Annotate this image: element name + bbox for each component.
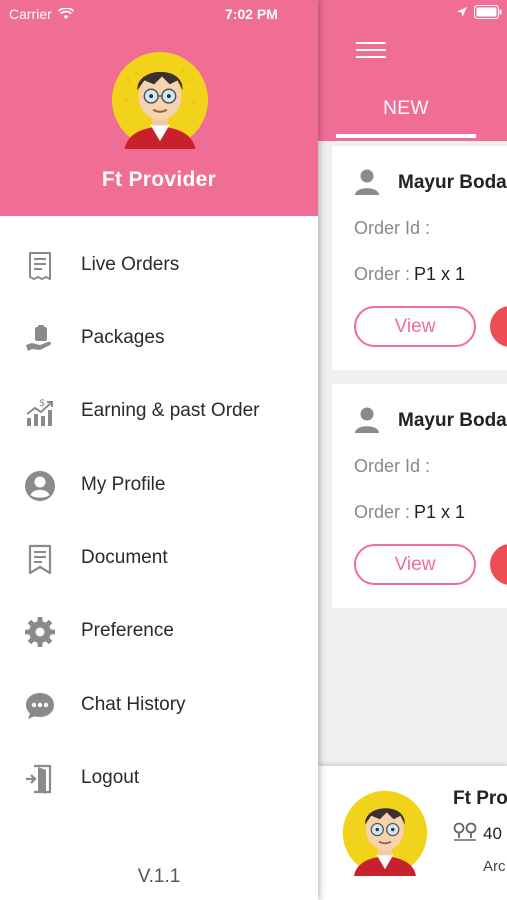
app-header: NEW [318, 0, 507, 141]
menu-item-label: Earning & past Order [81, 400, 260, 421]
hamburger-menu-icon[interactable] [356, 42, 388, 64]
view-button[interactable]: View [354, 306, 476, 347]
user-icon [355, 407, 379, 433]
order-label: Order : [354, 264, 411, 284]
gear-icon [25, 617, 55, 647]
tab-new[interactable]: NEW [336, 98, 476, 120]
tab-active-indicator [336, 134, 476, 138]
menu-item-logout[interactable]: Logout [0, 749, 318, 809]
menu-item-label: My Profile [81, 474, 166, 495]
order-id-label: Order Id : [354, 456, 431, 476]
order-card: Mayur Boda Order Id : Order : P1 x 1 View [332, 384, 507, 608]
user-icon [355, 169, 379, 195]
view-button[interactable]: View [354, 544, 476, 585]
order-line: Order : P1 x 1 [354, 502, 465, 523]
menu-item-label: Document [81, 547, 168, 568]
svg-text:$: $ [39, 398, 45, 409]
area-text: Arc [483, 858, 506, 875]
menu-item-label: Preference [81, 620, 174, 641]
provider-card-name: Ft Pro [453, 788, 507, 809]
carrier-label: Carrier [9, 6, 52, 22]
order-value: P1 x 1 [414, 264, 466, 284]
logout-icon [26, 764, 52, 794]
menu-item-my-profile[interactable]: My Profile [0, 456, 318, 516]
menu-item-label: Logout [81, 767, 140, 788]
order-card: Mayur Boda Order Id : Order : P1 x 1 View [332, 146, 507, 370]
chat-icon [26, 693, 54, 719]
reject-button[interactable] [490, 544, 507, 585]
menu-item-earnings[interactable]: $ Earning & past Order [0, 382, 318, 442]
reject-button[interactable] [490, 306, 507, 347]
menu-item-label: Packages [81, 327, 165, 348]
battery-icon [474, 5, 502, 19]
order-value: P1 x 1 [414, 502, 466, 522]
status-right-icons [456, 5, 502, 19]
menu-item-packages[interactable]: Packages [0, 309, 318, 369]
provider-name: Ft Provider [101, 168, 217, 191]
earnings-chart-icon: $ [26, 398, 53, 426]
menu-item-label: Live Orders [81, 254, 180, 275]
order-line: Order : P1 x 1 [354, 264, 465, 285]
drawer-header: Carrier 7:02 PM Ft Provider [0, 0, 318, 216]
document-icon [28, 544, 52, 575]
status-left: Carrier [9, 6, 74, 22]
navigation-drawer: Carrier 7:02 PM Ft Provider Live Orders … [0, 0, 318, 900]
menu-item-live-orders[interactable]: Live Orders [0, 236, 318, 296]
avatar[interactable] [111, 51, 209, 149]
location-pins-icon [453, 822, 477, 841]
provider-card: Ft Pro 40 Arc [318, 766, 507, 900]
distance-value: 40 [483, 824, 502, 843]
wifi-icon [57, 8, 74, 19]
menu-item-label: Chat History [81, 694, 186, 715]
receipt-icon [29, 252, 51, 280]
profile-icon [25, 471, 55, 501]
menu-item-preference[interactable]: Preference [0, 602, 318, 662]
customer-name: Mayur Boda [398, 410, 507, 431]
app-version: V.1.1 [137, 866, 181, 887]
avatar [342, 790, 428, 876]
order-label: Order : [354, 502, 411, 522]
customer-name: Mayur Boda [398, 172, 507, 193]
clock: 7:02 PM [225, 6, 278, 22]
main-app-view: NEW Mayur Boda Order Id : Order : P1 x 1 … [318, 0, 507, 900]
menu-item-chat-history[interactable]: Chat History [0, 676, 318, 736]
package-hand-icon [26, 325, 52, 351]
order-id-label: Order Id : [354, 218, 431, 238]
location-arrow-icon [457, 7, 467, 17]
menu-item-document[interactable]: Document [0, 529, 318, 589]
